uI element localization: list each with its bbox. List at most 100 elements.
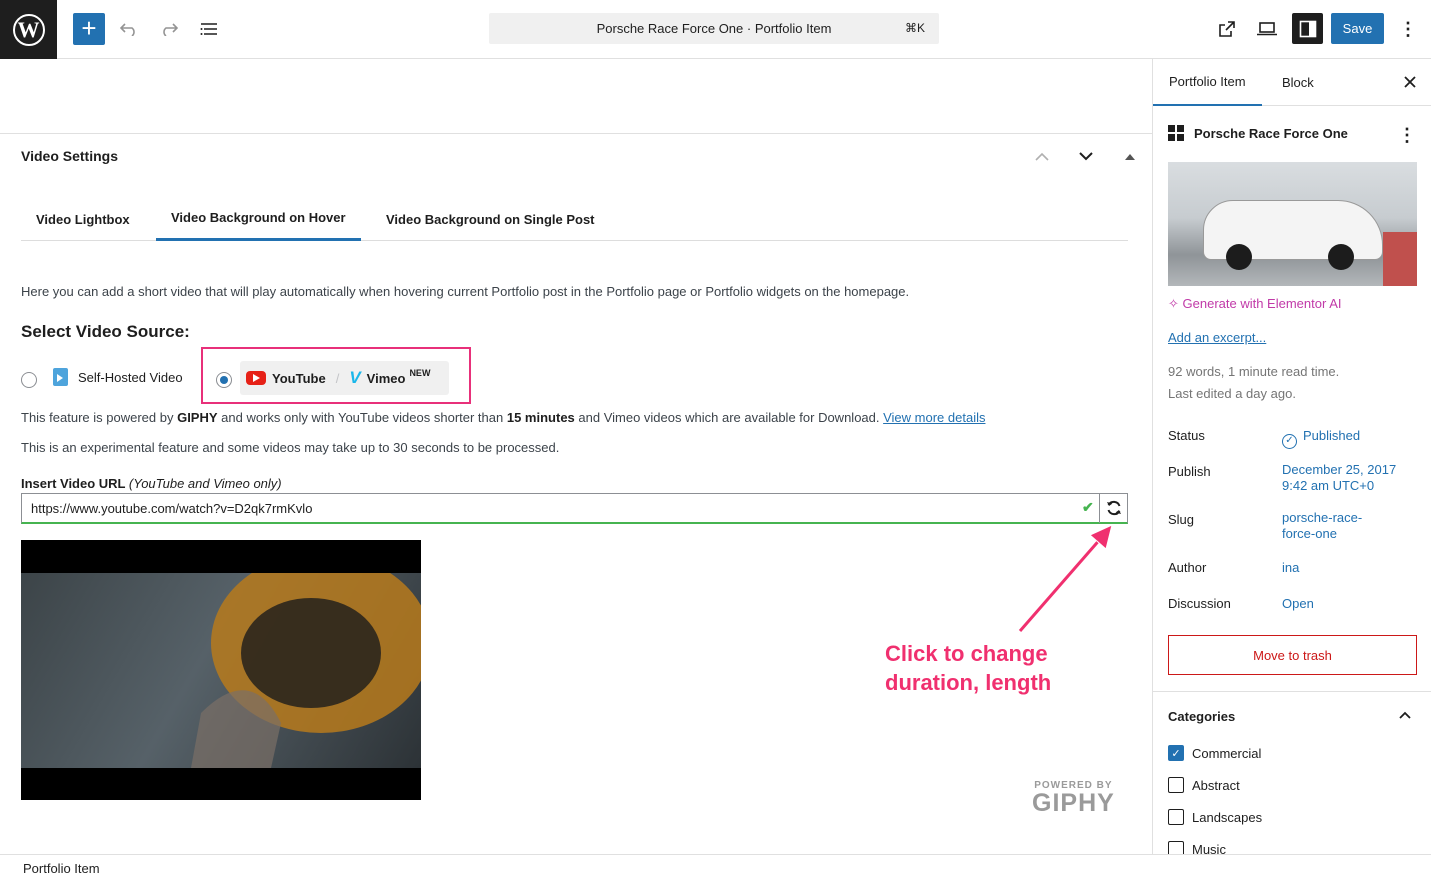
categories-title[interactable]: Categories xyxy=(1168,709,1235,724)
device-preview-icon[interactable] xyxy=(1252,14,1282,44)
document-overview-icon[interactable] xyxy=(194,14,224,44)
notice-giphy: GIPHY xyxy=(177,410,218,425)
powered-by-giphy: POWERED BY GIPHY xyxy=(1032,780,1115,817)
author-label: Author xyxy=(1168,560,1207,575)
video-url-label: Insert Video URL (YouTube and Vimeo only… xyxy=(21,476,282,491)
post-summary-title: Porsche Race Force One xyxy=(1168,125,1348,141)
discussion-value[interactable]: Open xyxy=(1282,596,1422,612)
editor-top-bar: W + Porsche Race Force One · Portfolio I… xyxy=(0,0,1431,59)
post-title-text: Porsche Race Force One xyxy=(1194,125,1348,141)
undo-icon[interactable] xyxy=(114,14,144,44)
move-up-icon[interactable] xyxy=(1031,145,1053,167)
category-checkbox[interactable] xyxy=(1168,841,1184,854)
command-shortcut: ⌘K xyxy=(904,21,925,35)
word-count: 92 words, 1 minute read time. xyxy=(1168,364,1340,379)
url-label-hint: (YouTube and Vimeo only) xyxy=(128,476,282,491)
status-value-text: Published xyxy=(1303,428,1361,443)
notice-text-3: and Vimeo videos which are available for… xyxy=(574,410,884,425)
category-label: Landscapes xyxy=(1192,809,1263,825)
annotation-line-1: Click to change xyxy=(885,641,1048,666)
settings-sidebar: Portfolio Item Block Porsche Race Force … xyxy=(1152,59,1431,854)
last-edited: Last edited a day ago. xyxy=(1168,386,1296,401)
chevron-up-icon[interactable] xyxy=(1397,707,1413,723)
notice-minutes: 15 minutes xyxy=(506,410,575,425)
self-hosted-label: Self-Hosted Video xyxy=(78,369,183,385)
annotation-text: Click to change duration, length xyxy=(885,639,1051,697)
redo-icon[interactable] xyxy=(154,14,184,44)
tab-block[interactable]: Block xyxy=(1266,59,1330,106)
slug-value[interactable]: porsche-race-force-one xyxy=(1282,510,1382,542)
close-icon[interactable] xyxy=(1400,72,1420,92)
category-checkbox[interactable]: ✓ xyxy=(1168,745,1184,761)
generate-ai-link[interactable]: ✧ Generate with Elementor AI xyxy=(1168,296,1342,312)
sidebar-divider xyxy=(1153,691,1431,692)
annotation-line-2: duration, length xyxy=(885,670,1052,695)
youtube-label: YouTube xyxy=(272,370,326,386)
collapse-panel-icon[interactable] xyxy=(1119,145,1141,167)
giphy-logo: GIPHY xyxy=(1032,789,1115,817)
sidebar-tabs: Portfolio Item Block xyxy=(1153,59,1431,106)
video-url-input[interactable]: https://www.youtube.com/watch?v=D2qk7rmK… xyxy=(21,493,1128,524)
panel-divider xyxy=(0,133,1152,134)
command-palette-button[interactable]: Porsche Race Force One · Portfolio Item … xyxy=(489,13,939,44)
self-hosted-option[interactable]: Self-Hosted Video xyxy=(53,368,183,386)
status-label: Status xyxy=(1168,428,1205,443)
video-file-icon xyxy=(53,368,68,386)
view-post-external-icon[interactable] xyxy=(1212,14,1242,44)
url-label-text: Insert Video URL xyxy=(21,476,126,491)
hover-video-description: Here you can add a short video that will… xyxy=(21,284,910,299)
source-separator: / xyxy=(335,370,340,386)
category-item[interactable]: ✓ Commercial xyxy=(1168,745,1261,761)
category-checkbox[interactable] xyxy=(1168,809,1184,825)
ai-link-text: Generate with Elementor AI xyxy=(1182,296,1342,311)
tab-video-background-hover[interactable]: Video Background on Hover xyxy=(156,197,361,241)
notice-text-1: This feature is powered by xyxy=(21,410,178,425)
editor-canvas: Video Settings Video Lightbox Video Back… xyxy=(0,59,1152,854)
slug-label: Slug xyxy=(1168,512,1195,527)
thumb-wheel xyxy=(1226,244,1252,270)
vimeo-icon: V xyxy=(349,368,361,387)
portfolio-grid-icon xyxy=(1168,125,1184,141)
move-to-trash-button[interactable]: Move to trash xyxy=(1168,635,1417,675)
video-preview xyxy=(21,540,421,800)
tab-video-lightbox[interactable]: Video Lightbox xyxy=(21,197,145,241)
category-checkbox[interactable] xyxy=(1168,777,1184,793)
published-icon: ✓ xyxy=(1282,434,1297,449)
save-button[interactable]: Save xyxy=(1331,13,1384,44)
video-settings-title: Video Settings xyxy=(21,148,118,164)
post-actions-icon[interactable]: ⋮ xyxy=(1398,125,1416,146)
category-label: Music xyxy=(1192,841,1226,855)
publish-label: Publish xyxy=(1168,464,1211,479)
tab-portfolio-item[interactable]: Portfolio Item xyxy=(1153,59,1262,106)
self-hosted-radio[interactable] xyxy=(21,372,37,388)
new-badge: NEW xyxy=(409,368,431,378)
youtube-vimeo-radio[interactable] xyxy=(216,372,232,388)
author-value[interactable]: ina xyxy=(1282,560,1422,576)
document-title: Porsche Race Force One · Portfolio Item xyxy=(596,21,832,36)
category-item[interactable]: Abstract xyxy=(1168,777,1240,793)
status-value[interactable]: ✓ Published xyxy=(1282,428,1422,449)
tab-video-background-single[interactable]: Video Background on Single Post xyxy=(371,197,610,241)
category-item[interactable]: Landscapes xyxy=(1168,809,1262,825)
publish-date-value[interactable]: December 25, 2017 9:42 am UTC+0 xyxy=(1282,462,1422,494)
more-options-icon[interactable]: ⋮ xyxy=(1393,14,1423,44)
valid-check-icon: ✔ xyxy=(1082,499,1094,515)
block-breadcrumb[interactable]: Portfolio Item xyxy=(0,854,1431,878)
youtube-vimeo-option[interactable]: YouTube / V Vimeo NEW xyxy=(240,361,449,395)
featured-image[interactable] xyxy=(1168,162,1417,286)
settings-sidebar-toggle-icon[interactable] xyxy=(1292,13,1323,44)
add-block-button[interactable]: + xyxy=(73,13,105,45)
video-tabs: Video Lightbox Video Background on Hover… xyxy=(21,197,1128,241)
video-frame xyxy=(21,553,421,768)
giphy-notice: This feature is powered by GIPHY and wor… xyxy=(21,410,985,425)
annotation-arrow xyxy=(1017,524,1113,633)
wordpress-logo-icon[interactable]: W xyxy=(0,0,57,59)
category-item[interactable]: Music xyxy=(1168,841,1226,854)
move-down-icon[interactable] xyxy=(1075,145,1097,167)
view-more-details-link[interactable]: View more details xyxy=(883,410,985,425)
add-excerpt-link[interactable]: Add an excerpt... xyxy=(1168,330,1266,345)
category-label: Abstract xyxy=(1192,777,1240,793)
youtube-icon xyxy=(246,371,266,385)
category-label: Commercial xyxy=(1192,745,1262,761)
notice-text-2: and works only with YouTube videos short… xyxy=(217,410,507,425)
